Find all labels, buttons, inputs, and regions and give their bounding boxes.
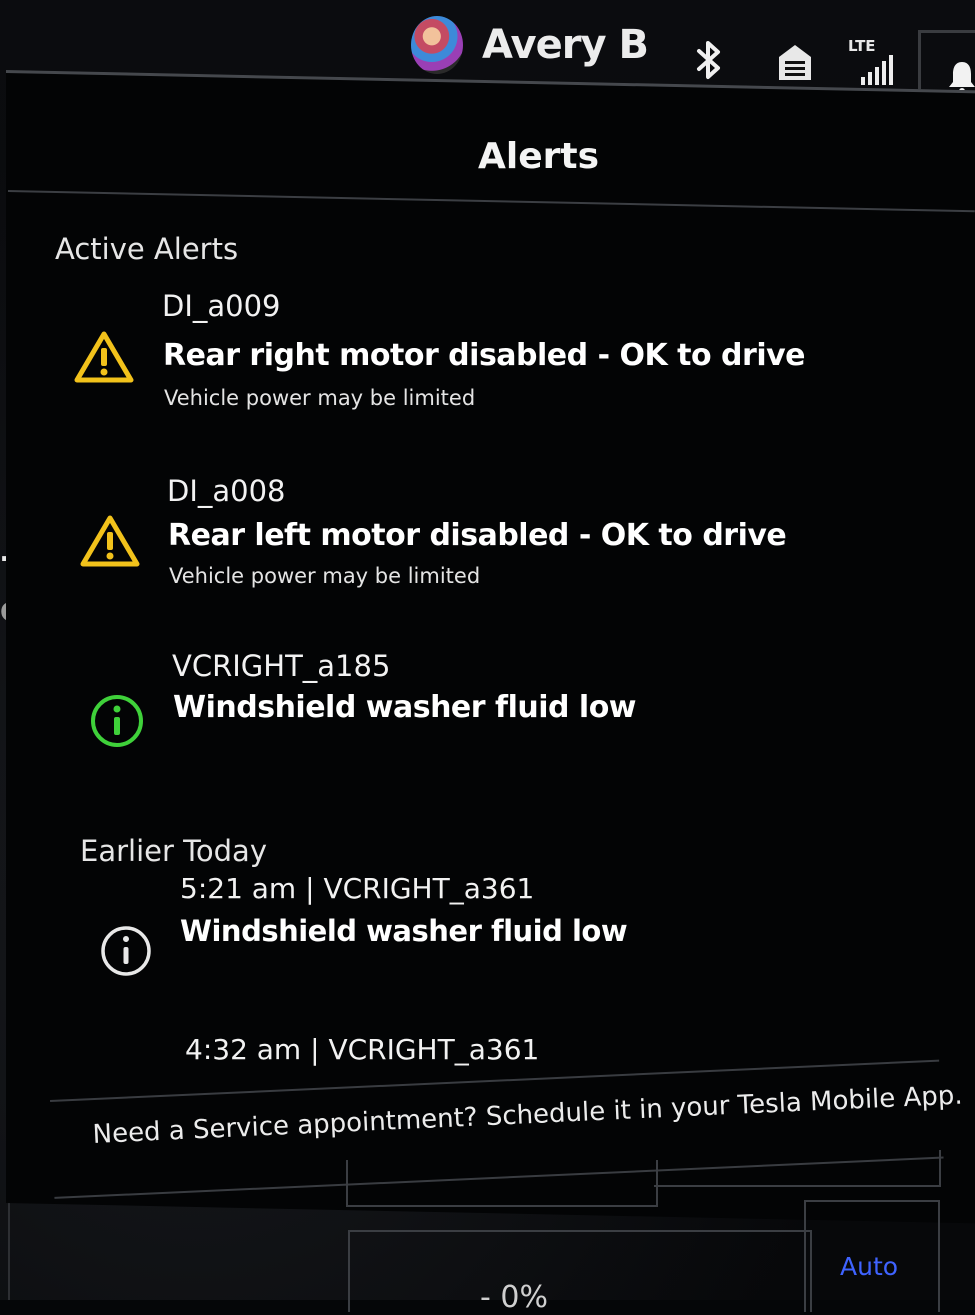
partial-value: - 0%	[480, 1280, 548, 1315]
underlying-tile	[346, 1160, 658, 1207]
avatar[interactable]	[411, 16, 463, 74]
alert-detail: Vehicle power may be limited	[169, 564, 481, 588]
bluetooth-icon[interactable]	[694, 38, 724, 82]
signal-bars-icon	[861, 55, 893, 85]
alert-detail: Vehicle power may be limited	[164, 386, 476, 410]
alert-code: VCRIGHT_a185	[172, 649, 391, 683]
alert-timestamp-code: 4:32 am | VCRIGHT_a361	[185, 1033, 540, 1066]
panel-title: Alerts	[478, 136, 600, 177]
alert-code: DI_a009	[162, 289, 281, 323]
auto-button-label[interactable]: Auto	[840, 1252, 898, 1281]
underlying-tile	[654, 1150, 941, 1187]
alert-message: Windshield washer fluid low	[173, 690, 637, 725]
homelink-icon[interactable]	[777, 42, 813, 82]
user-name[interactable]: Avery B	[482, 22, 649, 68]
info-icon	[91, 695, 143, 747]
alert-message: Windshield washer fluid low	[180, 914, 628, 948]
alert-timestamp-code: 5:21 am | VCRIGHT_a361	[180, 872, 535, 905]
warning-icon	[80, 515, 140, 567]
lte-label: LTE	[848, 37, 876, 55]
warning-icon	[74, 331, 134, 383]
lte-signal-icon: LTE	[848, 37, 896, 87]
alert-message: Rear left motor disabled - OK to drive	[168, 518, 787, 553]
alert-code: DI_a008	[167, 474, 286, 508]
earlier-today-heading: Earlier Today	[80, 834, 267, 868]
active-alerts-heading: Active Alerts	[55, 232, 239, 266]
info-icon	[101, 926, 151, 976]
alert-message: Rear right motor disabled - OK to drive	[163, 338, 806, 373]
